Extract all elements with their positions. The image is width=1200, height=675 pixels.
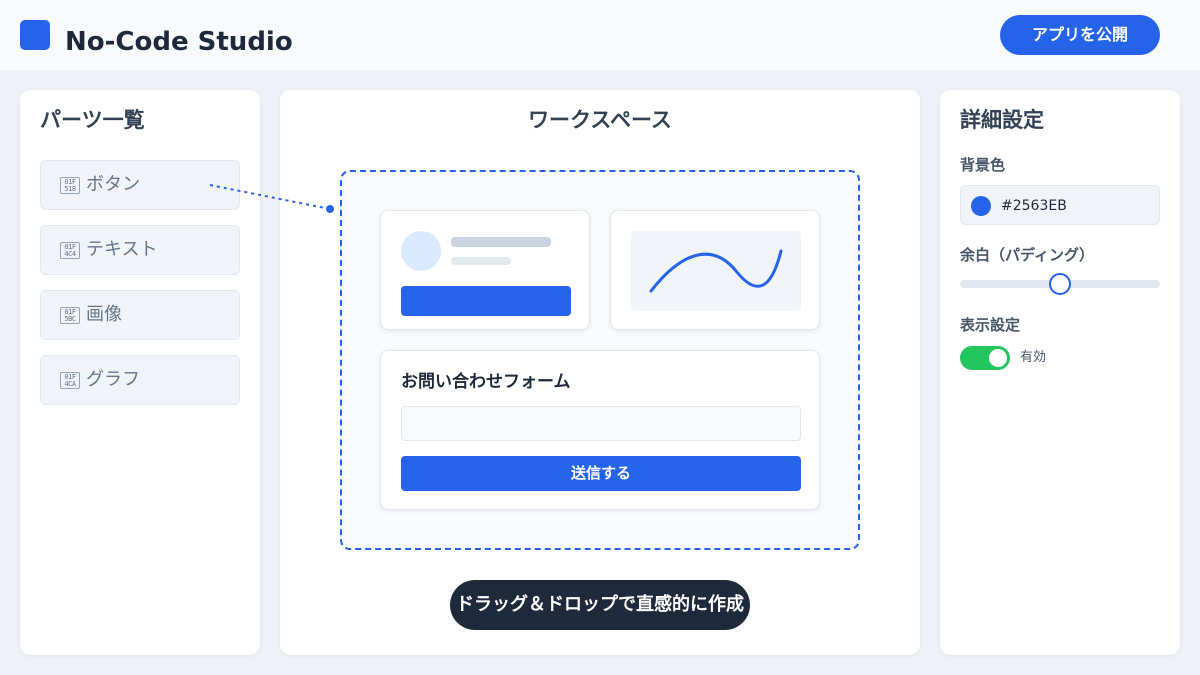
- text-icon: 01F 4C4: [60, 242, 80, 259]
- background-color-field[interactable]: #2563EB: [960, 185, 1160, 225]
- color-value: #2563EB: [1001, 198, 1067, 214]
- card-button[interactable]: [401, 286, 571, 316]
- logo-icon: [20, 20, 50, 50]
- top-header: No-Code Studio アプリを公開: [0, 0, 1200, 70]
- part-label: ボタン: [86, 174, 140, 195]
- part-item-button[interactable]: 01F 518 ボタン: [40, 160, 240, 210]
- hint-text: ドラッグ＆ドロップで直感的に作成: [456, 594, 744, 615]
- parts-panel: パーツ一覧 01F 518 ボタン 01F 4C4 テキスト 01F 5BC 画…: [20, 90, 260, 655]
- background-color-label: 背景色: [960, 156, 1006, 174]
- wave-chart-icon: [649, 249, 783, 293]
- part-item-image[interactable]: 01F 5BC 画像: [40, 290, 240, 340]
- part-item-text[interactable]: 01F 4C4 テキスト: [40, 225, 240, 275]
- app-root: No-Code Studio アプリを公開 パーツ一覧 01F 518 ボタン …: [0, 0, 1200, 675]
- parts-panel-title: パーツ一覧: [40, 108, 145, 132]
- app-title: No-Code Studio: [65, 27, 293, 57]
- toggle-label: 有効: [1020, 350, 1047, 365]
- part-item-chart[interactable]: 01F 4CA グラフ: [40, 355, 240, 405]
- placeholder-line: [451, 257, 511, 265]
- contact-form-card[interactable]: お問い合わせフォーム 送信する: [380, 350, 820, 510]
- display-toggle[interactable]: [960, 346, 1010, 370]
- form-title: お問い合わせフォーム: [401, 372, 571, 392]
- chart-card[interactable]: [610, 210, 820, 330]
- placeholder-line: [451, 237, 551, 247]
- button-icon: 01F 518: [60, 177, 80, 194]
- padding-label: 余白（パディング）: [960, 246, 1094, 264]
- hint-banner: ドラッグ＆ドロップで直感的に作成: [450, 580, 750, 630]
- display-settings-label: 表示設定: [960, 316, 1021, 334]
- form-input-field[interactable]: [401, 406, 801, 441]
- submit-button[interactable]: 送信する: [401, 456, 801, 491]
- avatar: [401, 231, 441, 271]
- publish-app-button[interactable]: アプリを公開: [1000, 15, 1160, 55]
- workspace-title: ワークスペース: [528, 108, 672, 132]
- part-label: 画像: [86, 304, 122, 325]
- chart-preview: [631, 231, 801, 311]
- image-icon: 01F 5BC: [60, 307, 80, 324]
- slider-thumb[interactable]: [1049, 273, 1071, 295]
- properties-panel: 詳細設定 背景色 #2563EB 余白（パディング） 表示設定 有効: [940, 90, 1180, 655]
- toggle-knob: [989, 349, 1007, 367]
- part-label: テキスト: [86, 239, 158, 260]
- profile-card[interactable]: [380, 210, 590, 330]
- color-swatch[interactable]: [971, 196, 991, 216]
- properties-title: 詳細設定: [960, 108, 1044, 132]
- padding-slider[interactable]: [960, 273, 1160, 295]
- part-label: グラフ: [86, 369, 140, 390]
- chart-icon: 01F 4CA: [60, 372, 80, 389]
